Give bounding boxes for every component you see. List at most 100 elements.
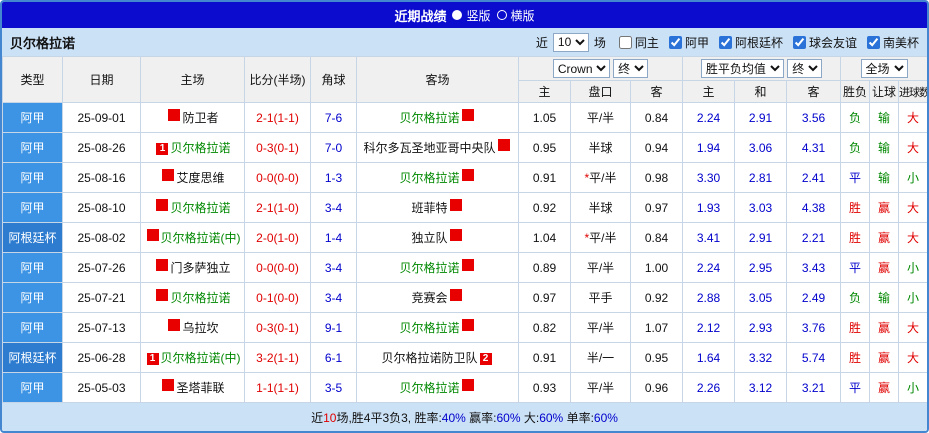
- avg-away-cell: 3.56: [786, 102, 842, 133]
- avg-type-select[interactable]: 胜平负均值: [700, 59, 784, 78]
- avg-away-cell: 4.31: [786, 132, 842, 163]
- corner-cell: 7-0: [310, 132, 357, 163]
- col-header-avg-draw: 和: [734, 80, 788, 103]
- filter-option[interactable]: 球会友谊: [792, 34, 857, 51]
- home-team-name: 贝尔格拉诺: [170, 141, 231, 155]
- filter-checkbox[interactable]: [718, 35, 732, 49]
- goals-cell: 大: [898, 312, 927, 343]
- filter-checkbox[interactable]: [618, 35, 632, 49]
- filter-option-label: 阿根廷杯: [734, 35, 783, 50]
- avg-stage-select[interactable]: 终: [787, 59, 823, 78]
- avg-header-cell: 胜平负均值 终: [682, 56, 842, 81]
- layout-vertical-option[interactable]: 竖版: [452, 7, 491, 24]
- home-team-name: 圣塔菲联: [176, 381, 225, 395]
- avg-away-cell: 2.21: [786, 222, 842, 253]
- league-type-cell: 阿根廷杯: [2, 222, 63, 253]
- away-red-card-badge: [461, 169, 474, 181]
- col-header-avg-away: 客: [786, 80, 842, 103]
- col-header-result: 胜负: [840, 80, 871, 103]
- away-team-cell: 贝尔格拉诺: [356, 372, 519, 403]
- radio-selected-icon[interactable]: [452, 10, 463, 20]
- handicap-cell: 平/半: [570, 252, 631, 283]
- away-red-card-badge: [461, 319, 474, 331]
- filter-option[interactable]: 南美杯: [866, 34, 919, 51]
- home-red-card-badge: [168, 319, 181, 331]
- filter-checkbox[interactable]: [866, 35, 880, 49]
- window-title: 近期战绩: [394, 8, 447, 24]
- away-team-cell: 贝尔格拉诺: [356, 102, 519, 133]
- odds-stage-select[interactable]: 终: [613, 59, 649, 78]
- odds-away-cell: 0.95: [629, 342, 684, 373]
- date-cell: 25-07-13: [62, 312, 141, 343]
- results-tbody: 阿甲 25-09-01 防卫者 2-1(1-1) 7-6 贝尔格拉诺 1.05 …: [2, 102, 927, 403]
- away-team-cell: 竞赛会: [356, 282, 519, 313]
- corner-cell: 9-1: [310, 312, 357, 343]
- handicap-result-cell: 输: [869, 162, 900, 193]
- home-team-cell: 贝尔格拉诺: [140, 282, 245, 313]
- avg-away-cell: 3.43: [786, 252, 842, 283]
- odds-home-cell: 0.89: [518, 252, 571, 283]
- col-header-score: 比分(半场): [244, 56, 311, 103]
- league-type-cell: 阿甲: [2, 192, 63, 223]
- away-team-name: 贝尔格拉诺: [399, 171, 460, 185]
- filter-controls: 近 10 场 同主 阿甲 阿根廷杯 球会友谊 南美杯: [535, 32, 919, 52]
- filter-option[interactable]: 同主: [618, 34, 659, 51]
- home-team-cell: 乌拉坎: [140, 312, 245, 343]
- filter-option[interactable]: 阿甲: [668, 34, 709, 51]
- summary-part: 40%: [441, 410, 466, 425]
- result-cell: 负: [840, 132, 871, 163]
- home-team-name: 贝尔格拉诺(中): [160, 231, 241, 245]
- col-header-odds-handicap: 盘口: [570, 80, 631, 103]
- result-cell: 胜: [840, 192, 871, 223]
- away-team-name: 贝尔格拉诺: [399, 111, 460, 125]
- handicap-result-cell: 赢: [869, 222, 900, 253]
- avg-draw-cell: 2.95: [734, 252, 788, 283]
- match-count-select[interactable]: 10: [552, 32, 589, 52]
- result-cell: 胜: [840, 342, 871, 373]
- league-type-cell: 阿根廷杯: [2, 342, 63, 373]
- goals-cell: 大: [898, 342, 927, 373]
- handicap-result-cell: 赢: [869, 312, 900, 343]
- home-red-card-badge: [146, 229, 159, 241]
- result-cell: 胜: [840, 312, 871, 343]
- date-cell: 25-07-21: [62, 282, 141, 313]
- radio-unselected-icon[interactable]: [496, 10, 507, 20]
- away-team-cell: 贝尔格拉诺: [356, 312, 519, 343]
- handicap-result-cell: 赢: [869, 252, 900, 283]
- table-row: 阿甲 25-08-10 贝尔格拉诺 2-1(1-0) 3-4 班菲特 0.92 …: [2, 192, 927, 223]
- odds-away-cell: 0.94: [629, 132, 684, 163]
- odds-home-cell: 0.82: [518, 312, 571, 343]
- summary-part: 60%: [539, 410, 564, 425]
- layout-horizontal-option[interactable]: 横版: [496, 7, 535, 24]
- league-type-cell: 阿甲: [2, 132, 63, 163]
- score-cell: 3-2(1-1): [244, 342, 311, 373]
- fulltime-select[interactable]: 全场: [860, 59, 908, 78]
- home-team-cell: 1 贝尔格拉诺(中): [140, 342, 245, 373]
- near-label: 近: [535, 35, 548, 50]
- summary-part: 60%: [496, 410, 521, 425]
- corner-cell: 3-4: [310, 252, 357, 283]
- filter-option[interactable]: 阿根廷杯: [718, 34, 783, 51]
- date-cell: 25-08-26: [62, 132, 141, 163]
- col-header-odds-away: 客: [629, 80, 684, 103]
- score-cell: 1-1(1-1): [244, 372, 311, 403]
- goals-cell: 大: [898, 132, 927, 163]
- avg-draw-cell: 2.91: [734, 102, 788, 133]
- corner-cell: 1-4: [310, 222, 357, 253]
- filter-checkbox[interactable]: [668, 35, 682, 49]
- away-red-card-badge: [497, 139, 510, 151]
- handicap-result-cell: 输: [869, 132, 900, 163]
- league-type-cell: 阿甲: [2, 372, 63, 403]
- filter-checkbox[interactable]: [792, 35, 806, 49]
- away-red-card-badge: 2: [479, 353, 492, 365]
- table-row: 阿甲 25-07-13 乌拉坎 0-3(0-1) 9-1 贝尔格拉诺 0.82 …: [2, 312, 927, 343]
- away-team-cell: 科尔多瓦圣地亚哥中央队: [356, 132, 519, 163]
- home-team-cell: 艾度思维: [140, 162, 245, 193]
- avg-draw-cell: 3.06: [734, 132, 788, 163]
- odds-company-select[interactable]: Crown: [552, 59, 610, 78]
- handicap-cell: *平/半: [570, 162, 631, 193]
- table-row: 阿甲 25-05-03 圣塔菲联 1-1(1-1) 3-5 贝尔格拉诺 0.93…: [2, 372, 927, 403]
- score-cell: 2-0(1-0): [244, 222, 311, 253]
- avg-home-cell: 3.30: [682, 162, 736, 193]
- handicap-result-cell: 赢: [869, 192, 900, 223]
